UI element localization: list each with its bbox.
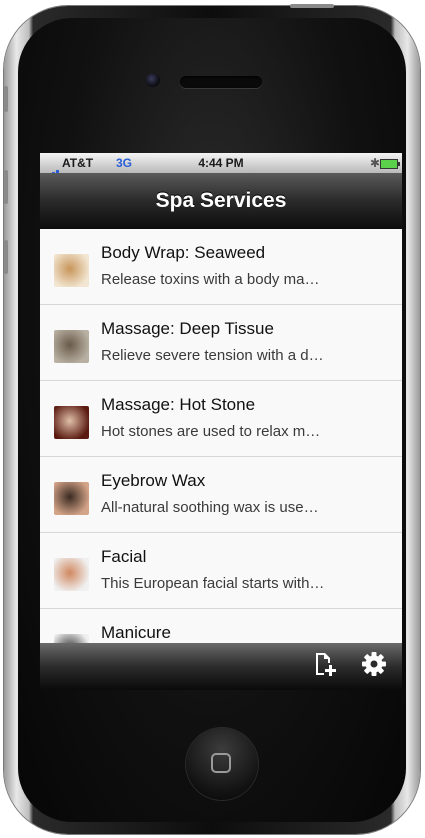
status-bar: AT&T 3G 4:44 PM ✱	[40, 153, 402, 179]
status-time: 4:44 PM	[198, 156, 244, 170]
service-list[interactable]: Body Wrap: Seaweed Release toxins with a …	[40, 229, 402, 643]
service-row[interactable]: Massage: Deep Tissue Relieve severe tensi…	[40, 305, 402, 381]
service-row[interactable]: Facial This European facial starts with…	[40, 533, 402, 609]
service-description: Relieve severe tension with a d…	[101, 347, 324, 364]
service-title: Facial	[101, 547, 147, 566]
service-description: Release toxins with a body ma…	[101, 271, 320, 288]
gear-icon[interactable]	[361, 651, 387, 677]
service-thumbnail	[54, 254, 89, 287]
service-row[interactable]: Massage: Hot Stone Hot stones are used to…	[40, 381, 402, 457]
home-button[interactable]	[186, 728, 258, 800]
screen: AT&T 3G 4:44 PM ✱ Spa Services Body Wrap…	[40, 153, 402, 690]
bottom-toolbar	[40, 643, 402, 690]
service-thumbnail	[54, 330, 89, 363]
service-description: This European facial starts with…	[101, 575, 325, 592]
home-button-icon	[211, 753, 231, 773]
page-title: Spa Services	[155, 189, 287, 212]
service-title: Manicure	[101, 623, 171, 642]
service-row[interactable]: Body Wrap: Seaweed Release toxins with a …	[40, 229, 402, 305]
sleep-button	[290, 4, 334, 8]
service-title: Eyebrow Wax	[101, 471, 206, 490]
service-thumbnail	[54, 406, 89, 439]
bluetooth-icon: ✱	[370, 156, 381, 170]
mute-switch	[4, 86, 8, 112]
front-camera	[146, 73, 160, 87]
service-thumbnail	[54, 634, 89, 643]
volume-up-button	[4, 170, 8, 204]
add-document-icon[interactable]	[312, 651, 338, 677]
service-description: Hot stones are used to relax m…	[101, 423, 321, 440]
service-row[interactable]: Eyebrow Wax All-natural soothing wax is u…	[40, 457, 402, 533]
navigation-bar: Spa Services	[40, 173, 402, 229]
service-description: All-natural soothing wax is use…	[101, 499, 319, 516]
service-title: Massage: Deep Tissue	[101, 319, 274, 338]
service-title: Body Wrap: Seaweed	[101, 243, 266, 262]
service-thumbnail	[54, 482, 89, 515]
earpiece-speaker	[180, 76, 262, 88]
service-row[interactable]: Manicure	[40, 609, 402, 643]
service-thumbnail	[54, 558, 89, 591]
battery-icon	[380, 159, 400, 169]
volume-down-button	[4, 240, 8, 274]
service-title: Massage: Hot Stone	[101, 395, 256, 414]
